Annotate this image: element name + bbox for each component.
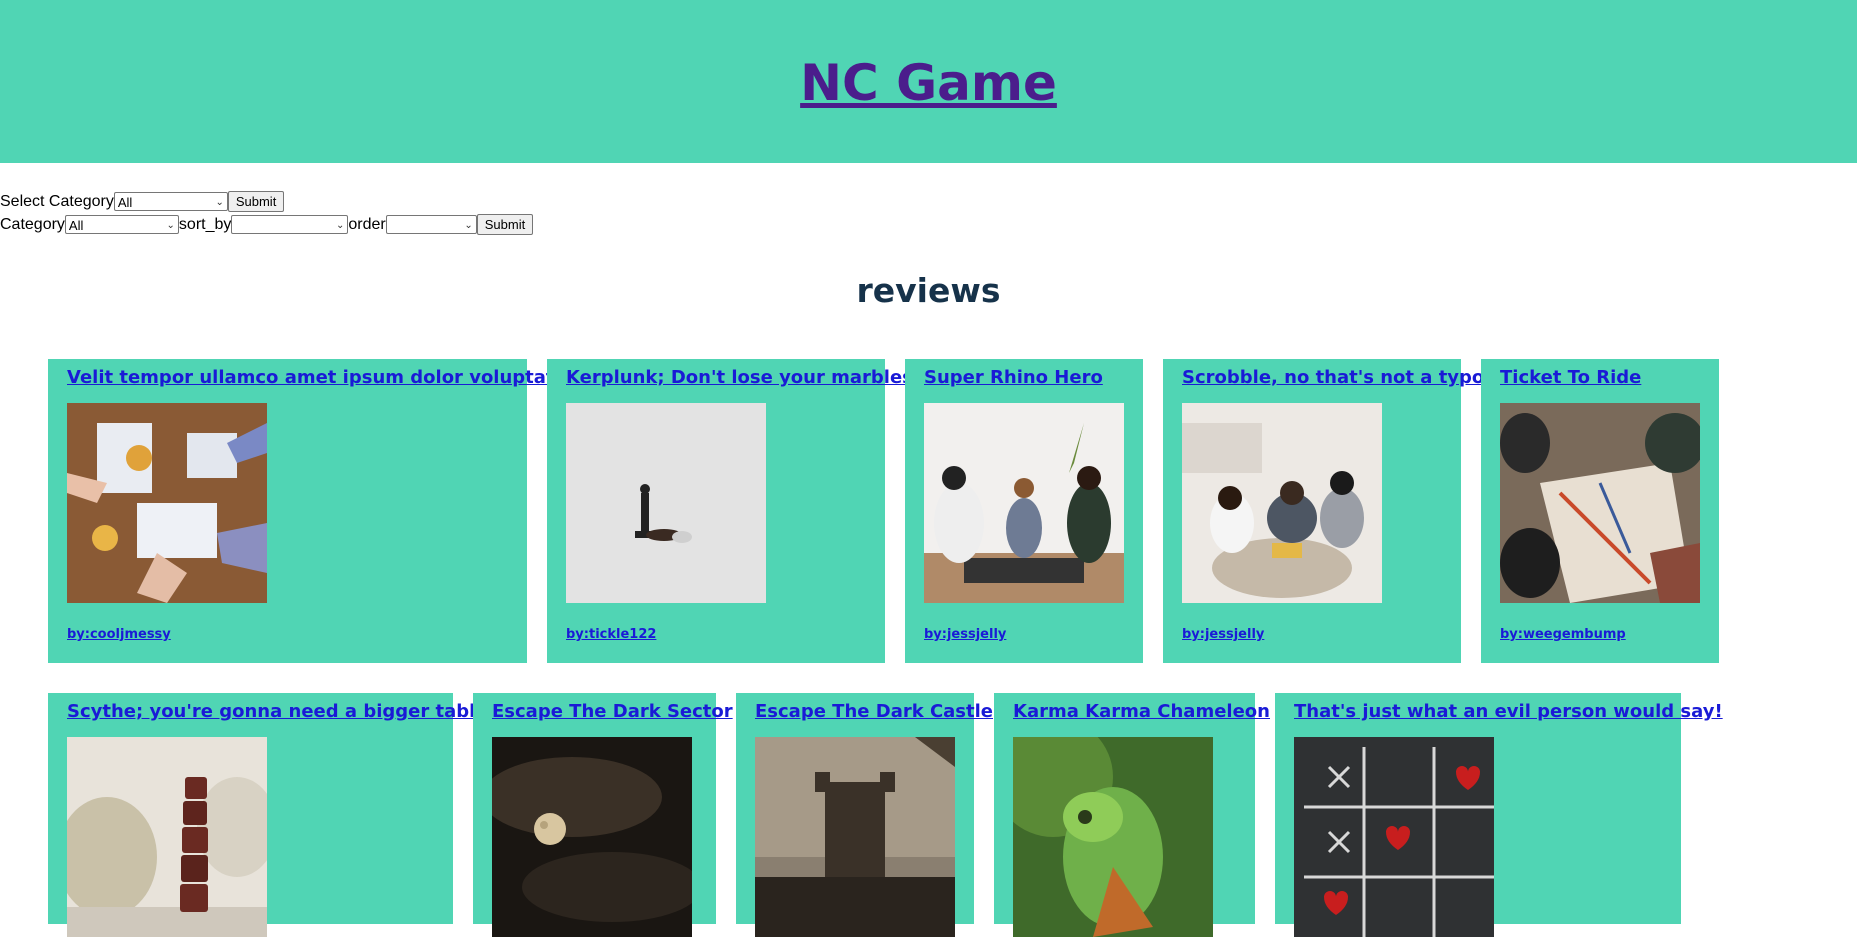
filter-section: Select Category All ⌄ Submit Category All…	[0, 190, 534, 236]
review-author-link[interactable]: by:jessjelly	[924, 627, 1006, 642]
review-image[interactable]	[492, 737, 692, 937]
select-category-label: Select Category	[0, 192, 114, 210]
order-select[interactable]: ⌄	[385, 215, 477, 234]
category-label: Category	[0, 215, 65, 233]
review-card[interactable]: Scythe; you're gonna need a bigger table…	[48, 693, 496, 937]
review-image[interactable]	[924, 403, 1124, 603]
review-title-link[interactable]: That's just what an evil person would sa…	[1294, 701, 1723, 722]
review-author-link[interactable]: by:weegembump	[1500, 627, 1626, 642]
sort-filter-form: Category All ⌄ sort_by ⌄ order ⌄ Submit	[0, 213, 534, 236]
review-card[interactable]: Kerplunk; Don't lose your marbles by:tic…	[547, 359, 913, 663]
review-author-link[interactable]: by:cooljmessy	[67, 627, 171, 642]
category-select[interactable]: All ⌄	[113, 192, 228, 211]
review-image[interactable]	[566, 403, 766, 603]
reviews-heading: reviews	[856, 271, 1001, 310]
review-card[interactable]: Escape The Dark Sector	[473, 693, 733, 937]
review-image[interactable]	[1294, 737, 1494, 937]
review-title-link[interactable]: Velit tempor ullamco amet ipsum dolor vo…	[67, 367, 574, 388]
review-card[interactable]: That's just what an evil person would sa…	[1275, 693, 1723, 937]
review-title-link[interactable]: Karma Karma Chameleon	[1013, 701, 1270, 722]
chevron-down-icon: ⌄	[215, 197, 224, 208]
review-image[interactable]	[1500, 403, 1700, 603]
review-title-link[interactable]: Scrobble, no that's not a typo	[1182, 367, 1484, 388]
review-card[interactable]: Velit tempor ullamco amet ipsum dolor vo…	[48, 359, 574, 663]
order-label: order	[348, 215, 386, 233]
review-card[interactable]: Karma Karma Chameleon	[994, 693, 1270, 937]
review-image[interactable]	[1013, 737, 1213, 937]
submit-button[interactable]: Submit	[227, 191, 285, 212]
site-header: NC Game	[0, 0, 1857, 163]
sort-by-label: sort_by	[178, 215, 232, 233]
review-image[interactable]	[1182, 403, 1382, 603]
review-card[interactable]: Escape The Dark Castle	[736, 693, 993, 937]
chevron-down-icon: ⌄	[464, 220, 473, 231]
review-image[interactable]	[755, 737, 955, 937]
review-card[interactable]: Scrobble, no that's not a typo by:jessje…	[1163, 359, 1484, 663]
review-author-link[interactable]: by:jessjelly	[1182, 627, 1264, 642]
site-title: NC Game	[0, 50, 1857, 116]
review-card[interactable]: Ticket To Ride by:weegembump	[1481, 359, 1719, 663]
review-title-link[interactable]: Ticket To Ride	[1500, 367, 1641, 388]
sort-by-select[interactable]: ⌄	[231, 215, 349, 234]
review-title-link[interactable]: Super Rhino Hero	[924, 367, 1103, 388]
category-select[interactable]: All ⌄	[64, 215, 179, 234]
review-author-link[interactable]: by:tickle122	[566, 627, 656, 642]
review-title-link[interactable]: Scythe; you're gonna need a bigger table…	[67, 701, 496, 722]
review-card[interactable]: Super Rhino Hero by:jessjelly	[905, 359, 1143, 663]
review-title-link[interactable]: Escape The Dark Sector	[492, 701, 733, 722]
review-title-link[interactable]: Kerplunk; Don't lose your marbles	[566, 367, 913, 388]
submit-button[interactable]: Submit	[476, 214, 534, 235]
review-image[interactable]	[67, 403, 267, 603]
category-filter-form: Select Category All ⌄ Submit	[0, 190, 533, 213]
chevron-down-icon: ⌄	[336, 220, 345, 231]
review-image[interactable]	[67, 737, 267, 937]
home-link[interactable]: NC Game	[800, 54, 1057, 112]
chevron-down-icon: ⌄	[166, 220, 175, 231]
review-title-link[interactable]: Escape The Dark Castle	[755, 701, 993, 722]
